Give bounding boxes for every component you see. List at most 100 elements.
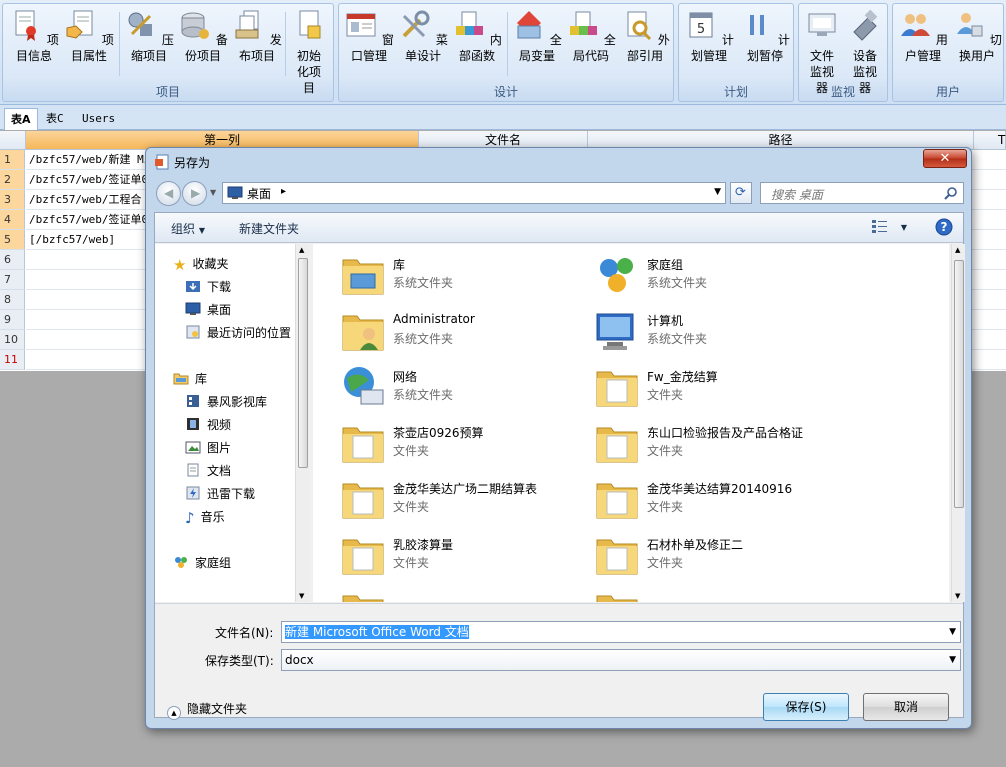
file-type: 系统文件夹	[393, 276, 454, 290]
folder-icon	[596, 539, 638, 575]
chevron-down-icon: ▼	[900, 222, 907, 232]
row-number[interactable]: 8	[0, 290, 25, 310]
nav-thunder-downloads[interactable]: 迅雷下载	[185, 485, 255, 502]
forward-button[interactable]: ▶	[182, 181, 207, 206]
breadcrumb-chevron-icon[interactable]: ▸	[281, 186, 286, 197]
scroll-up-icon[interactable]: ▲	[299, 246, 304, 254]
project-props-button[interactable]: 项目属性	[61, 8, 117, 64]
nav-music[interactable]: ♪ 音乐	[185, 508, 225, 527]
view-options-button[interactable]: ▼	[871, 218, 907, 234]
internal-func-button[interactable]: 内部函数	[449, 8, 505, 64]
computer-icon	[596, 313, 634, 350]
thunder-download-icon	[186, 486, 200, 500]
refresh-button[interactable]: ⟳	[730, 182, 752, 204]
global-code-button[interactable]: 全局代码	[563, 8, 619, 64]
file-type: 系统文件夹	[393, 388, 454, 402]
row-number[interactable]: 9	[0, 310, 25, 330]
scroll-thumb[interactable]	[954, 260, 964, 508]
file-item-partial[interactable]	[323, 584, 573, 602]
nav-downloads[interactable]: 下载	[185, 278, 231, 295]
file-item[interactable]: Fw_金茂结算 文件夹	[577, 360, 827, 412]
ribbon: 项目信息 项目属性 压缩项目 备份项目 发布项目 初始化项目 项目 窗口管理 菜…	[0, 0, 1006, 105]
nav-recent-places[interactable]: 最近访问的位置	[185, 324, 291, 341]
file-item[interactable]: 计算机 系统文件夹	[577, 304, 827, 356]
menu-design-button[interactable]: 菜单设计	[395, 8, 451, 64]
file-item[interactable]: 网络 系统文件夹	[323, 360, 573, 412]
chevron-down-icon[interactable]: ▼	[949, 650, 956, 670]
file-list-scrollbar[interactable]: ▲ ▼	[951, 244, 965, 602]
file-item[interactable]: 东山口检验报告及产品合格证 文件夹	[577, 416, 827, 468]
backup-project-button[interactable]: 备份项目	[175, 8, 231, 64]
file-item[interactable]: 石材朴单及修正二 文件夹	[577, 528, 827, 580]
column-header[interactable]: T	[974, 131, 1006, 150]
file-item[interactable]: 茶壶店0926预算 文件夹	[323, 416, 573, 468]
file-name: 计算机	[647, 314, 684, 328]
hide-folders-toggle[interactable]: ▲ 隐藏文件夹	[167, 700, 247, 720]
cancel-button[interactable]: 取消	[863, 693, 949, 721]
compress-project-button[interactable]: 压缩项目	[121, 8, 177, 64]
file-item[interactable]: Administrator 系统文件夹	[323, 304, 573, 356]
user-folder-icon	[342, 315, 384, 351]
tab-sheet-a[interactable]: 表A	[4, 108, 38, 130]
row-number[interactable]: 4	[0, 210, 25, 230]
filetype-select[interactable]: docx ▼	[281, 649, 961, 671]
row-number[interactable]: 11	[0, 350, 25, 370]
row-number[interactable]: 6	[0, 250, 25, 270]
history-dropdown-icon[interactable]: ▼	[210, 188, 216, 197]
row-number[interactable]: 1	[0, 150, 25, 170]
svg-text:?: ?	[941, 220, 948, 234]
plan-manage-button[interactable]: 5 计划管理	[681, 8, 737, 64]
nav-pictures[interactable]: 图片	[185, 439, 231, 456]
chevron-down-icon[interactable]: ▼	[949, 622, 956, 642]
filetype-value: docx	[285, 653, 314, 667]
close-button[interactable]: ✕	[923, 149, 967, 168]
save-button[interactable]: 保存(S)	[763, 693, 849, 721]
row-number[interactable]: 5	[0, 230, 25, 250]
scroll-down-icon[interactable]: ▼	[955, 592, 960, 600]
row-number[interactable]: 7	[0, 270, 25, 290]
file-item[interactable]: 金茂华美达广场二期结算表 文件夹	[323, 472, 573, 524]
device-monitor-icon	[853, 9, 878, 41]
row-number[interactable]: 2	[0, 170, 25, 190]
address-dropdown-icon[interactable]: ▼	[714, 187, 721, 197]
project-info-button[interactable]: 项目信息	[6, 8, 62, 64]
file-item[interactable]: 家庭组 系统文件夹	[577, 248, 827, 300]
row-number[interactable]: 10	[0, 330, 25, 350]
nav-homegroup[interactable]: 家庭组	[173, 554, 231, 571]
publish-project-button[interactable]: 发布项目	[229, 8, 285, 64]
help-button[interactable]: ?	[935, 218, 953, 239]
video-library-icon	[187, 395, 199, 407]
nav-libraries[interactable]: 库	[173, 370, 207, 387]
user-manage-button[interactable]: 用户管理	[895, 8, 951, 64]
organize-menu[interactable]: 组织 ▼	[171, 220, 205, 237]
file-type: 文件夹	[647, 388, 684, 402]
external-ref-button[interactable]: 外部引用	[617, 8, 673, 64]
file-item[interactable]: 库系统文件夹	[323, 248, 573, 300]
search-box[interactable]: 搜索 桌面	[760, 182, 964, 204]
row-number[interactable]: 3	[0, 190, 25, 210]
dialog-titlebar[interactable]: 另存为 ✕	[146, 148, 971, 175]
tab-sheet-c[interactable]: 表C	[40, 108, 70, 130]
switch-user-button[interactable]: 切换用户	[949, 8, 1005, 64]
nav-desktop[interactable]: 桌面	[185, 301, 231, 318]
tab-users[interactable]: Users	[76, 108, 121, 130]
calendar-icon: 5	[689, 12, 713, 38]
back-button[interactable]: ◀	[156, 181, 181, 206]
nav-favorites[interactable]: ★ 收藏夹	[173, 255, 228, 274]
scroll-up-icon[interactable]: ▲	[955, 246, 960, 254]
global-var-button[interactable]: 全局变量	[509, 8, 565, 64]
file-item[interactable]: 乳胶漆算量 文件夹	[323, 528, 573, 580]
nav-documents[interactable]: 文档	[185, 462, 231, 479]
window-manage-button[interactable]: 窗口管理	[341, 8, 397, 64]
scroll-down-icon[interactable]: ▼	[299, 592, 304, 600]
file-item-partial[interactable]	[577, 584, 827, 602]
navigation-scrollbar[interactable]: ▲ ▼	[295, 244, 309, 602]
new-folder-button[interactable]: 新建文件夹	[239, 220, 299, 237]
nav-videos[interactable]: 视频	[185, 416, 231, 433]
scroll-thumb[interactable]	[298, 258, 308, 468]
filename-field[interactable]: 新建 Microsoft Office Word 文档 ▼	[281, 621, 961, 643]
address-bar[interactable]: 桌面 ▸ ▼	[222, 182, 726, 204]
file-item[interactable]: 金茂华美达结算20140916 文件夹	[577, 472, 827, 524]
plan-pause-button[interactable]: 计划暂停	[737, 8, 793, 64]
nav-baofeng-library[interactable]: 暴风影视库	[185, 393, 267, 410]
